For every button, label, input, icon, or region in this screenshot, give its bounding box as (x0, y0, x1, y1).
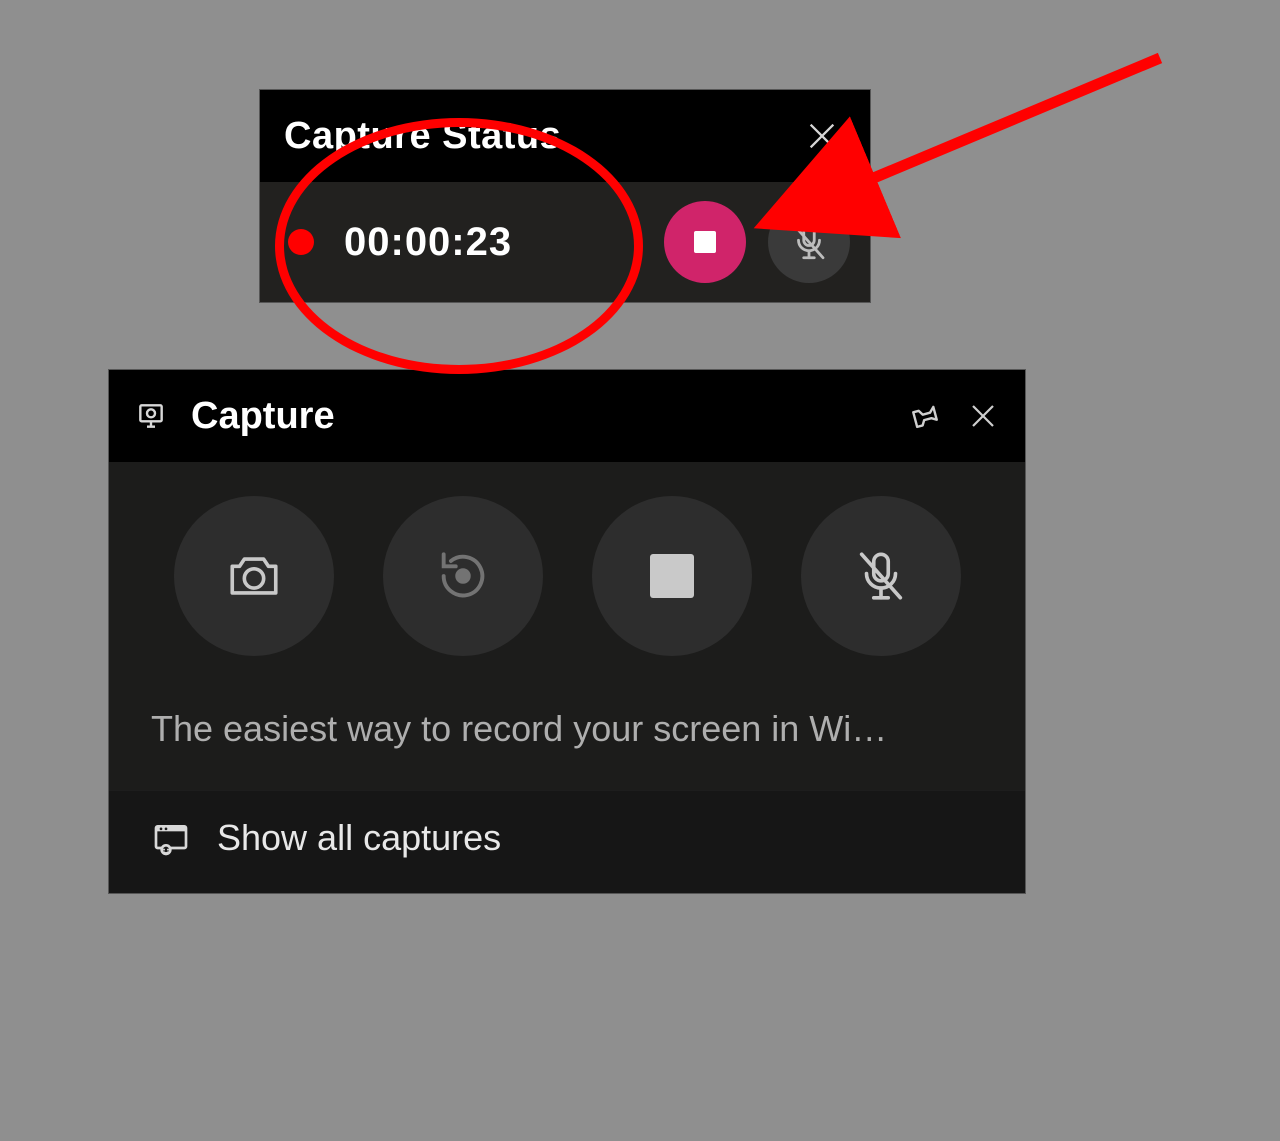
current-app-caption: The easiest way to record your screen in… (109, 656, 1025, 790)
close-icon (968, 401, 998, 431)
stop-recording-button[interactable] (664, 201, 746, 283)
mic-muted-icon (852, 547, 910, 605)
recording-elapsed-time: 00:00:23 (344, 220, 512, 265)
capture-panel: Capture (109, 370, 1025, 893)
capture-body: The easiest way to record your screen in… (109, 462, 1025, 893)
capture-button-row (109, 496, 1025, 656)
stop-recording-button[interactable] (592, 496, 752, 656)
capture-status-title: Capture Status (284, 115, 561, 158)
close-icon (805, 119, 839, 153)
screenshot-button[interactable] (174, 496, 334, 656)
capture-widget-icon (133, 398, 169, 434)
mic-toggle-button[interactable] (768, 201, 850, 283)
pin-button[interactable] (907, 398, 943, 434)
mic-muted-icon (788, 221, 830, 263)
show-all-captures-button[interactable]: Show all captures (109, 790, 1025, 893)
show-all-captures-label: Show all captures (217, 817, 501, 859)
capture-status-header: Capture Status (260, 90, 870, 182)
capture-status-panel: Capture Status 00:00:23 (260, 90, 870, 302)
camera-icon (225, 547, 283, 605)
record-last-icon (434, 547, 492, 605)
recording-indicator-icon (288, 229, 314, 255)
capture-status-body: 00:00:23 (260, 182, 870, 302)
record-last-button[interactable] (383, 496, 543, 656)
pin-icon (909, 400, 941, 432)
close-button[interactable] (798, 112, 846, 160)
mic-toggle-button[interactable] (801, 496, 961, 656)
close-button[interactable] (965, 398, 1001, 434)
stop-icon (694, 231, 716, 253)
gallery-icon (151, 818, 191, 858)
stop-icon (650, 554, 694, 598)
capture-title: Capture (191, 395, 335, 438)
capture-header: Capture (109, 370, 1025, 462)
